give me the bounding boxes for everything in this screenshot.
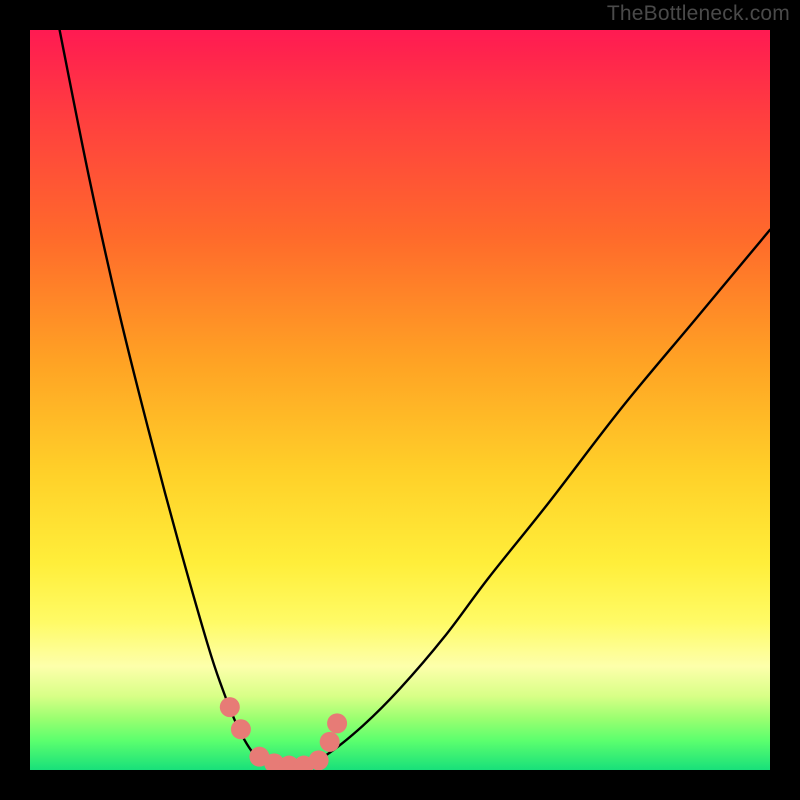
chart-svg	[30, 30, 770, 770]
plot-area	[30, 30, 770, 770]
bottleneck-marker	[320, 732, 340, 752]
bottleneck-marker	[327, 713, 347, 733]
watermark-text: TheBottleneck.com	[607, 2, 790, 26]
bottleneck-marker	[231, 719, 251, 739]
bottleneck-marker	[309, 750, 329, 770]
chart-frame: TheBottleneck.com	[0, 0, 800, 800]
marker-group	[220, 697, 347, 770]
bottleneck-marker	[220, 697, 240, 717]
curve-a-path	[60, 30, 297, 770]
curve-b-path	[296, 230, 770, 770]
